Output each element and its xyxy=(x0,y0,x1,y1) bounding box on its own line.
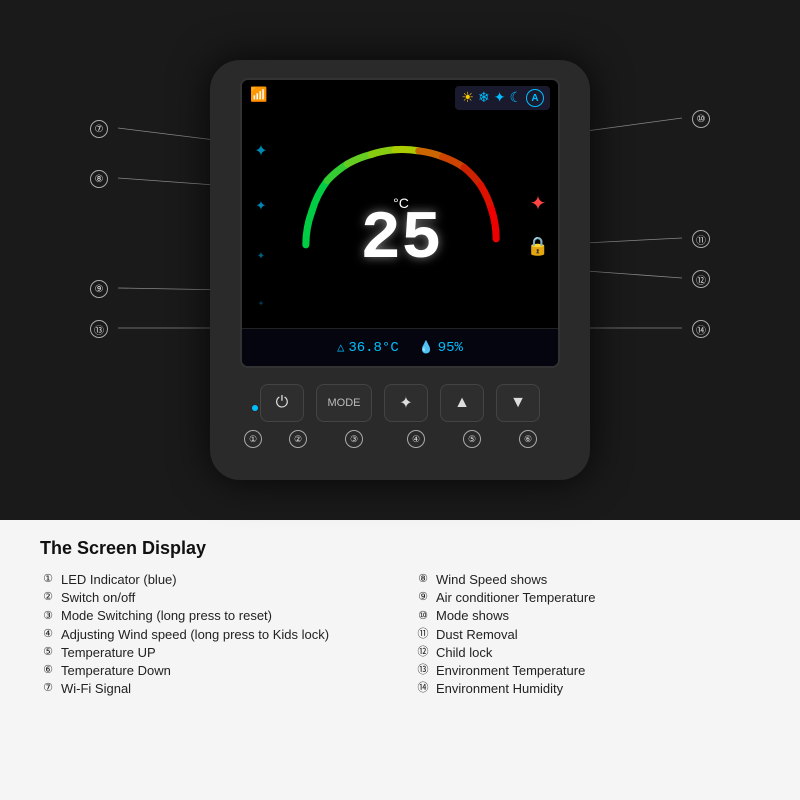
power-button[interactable]: ⏻ xyxy=(260,384,304,422)
desc-item-1: ① LED Indicator (blue) xyxy=(40,571,385,589)
desc-item-4: ④ Adjusting Wind speed (long press to Ki… xyxy=(40,626,385,644)
control-buttons[interactable]: ⏻ MODE ✦ ▲ ▼ xyxy=(260,384,540,422)
desc-item-14: ⑭ Environment Humidity xyxy=(415,680,760,698)
desc-num-6: ⑥ xyxy=(40,663,56,679)
annotation-9: ⑨ xyxy=(90,280,108,298)
desc-item-8: ⑧ Wind Speed shows xyxy=(415,571,760,589)
description-grid: ① LED Indicator (blue) ② Switch on/off ③… xyxy=(40,571,760,698)
ann-led: ① xyxy=(244,430,262,448)
desc-num-7: ⑦ xyxy=(40,681,56,697)
device-container: ⑦ ⑧ ⑨ ⑬ ⑩ ⑪ ⑫ ⑭ 📶 xyxy=(0,0,800,520)
led-indicator xyxy=(252,405,258,411)
mode-icons-group: ☀ ❄ ✦ ☾ A xyxy=(455,86,550,110)
ann-up: ⑤ xyxy=(450,430,494,448)
env-humidity-reading: 💧 95% xyxy=(419,340,463,356)
env-humidity-value: 95% xyxy=(438,340,463,356)
fan-speed-2: ✦ xyxy=(246,198,276,214)
auto-icon: A xyxy=(526,89,544,107)
env-temp-value: 36.8°C xyxy=(348,340,398,356)
ann-fan: ④ xyxy=(394,430,438,448)
temp-up-button[interactable]: ▲ xyxy=(440,384,484,422)
env-temperature-reading: △ 36.8°C xyxy=(337,340,399,356)
annotation-11: ⑪ xyxy=(692,230,710,248)
child-lock-icon: 🔒 xyxy=(527,236,549,257)
device-screen: 📶 ☀ ❄ ✦ ☾ A ✦ ✦ ✦ ✦ xyxy=(240,78,560,368)
annotation-7: ⑦ xyxy=(90,120,108,138)
temp-value: 25 xyxy=(360,201,442,278)
desc-num-14: ⑭ xyxy=(415,681,431,697)
moon-icon: ☾ xyxy=(509,89,522,107)
desc-item-12: ⑫ Child lock xyxy=(415,644,760,662)
annotation-13: ⑬ xyxy=(90,320,108,338)
desc-num-12: ⑫ xyxy=(415,645,431,661)
annotation-12: ⑫ xyxy=(692,270,710,288)
desc-item-13: ⑬ Environment Temperature xyxy=(415,662,760,680)
desc-left-column: ① LED Indicator (blue) ② Switch on/off ③… xyxy=(40,571,385,698)
fan-speed-indicators: ✦ ✦ ✦ ✦ xyxy=(242,114,280,334)
dust-removal-icon: ✦ xyxy=(530,191,547,216)
desc-num-3: ③ xyxy=(40,608,56,624)
thermostat-device: 📶 ☀ ❄ ✦ ☾ A ✦ ✦ ✦ ✦ xyxy=(210,60,590,480)
fan-speed-3: ✦ xyxy=(246,251,276,262)
annotation-8: ⑧ xyxy=(90,170,108,188)
desc-item-10: ⑩ Mode shows xyxy=(415,607,760,625)
fan-icon: ✦ xyxy=(494,89,506,107)
wifi-icon: 📶 xyxy=(250,86,267,103)
desc-num-13: ⑬ xyxy=(415,663,431,679)
buttons-section: ⏻ MODE ✦ ▲ ▼ ① ② ③ ④ xyxy=(244,368,556,448)
bottom-readings: △ 36.8°C 💧 95% xyxy=(242,328,558,366)
top-icons-bar: 📶 ☀ ❄ ✦ ☾ A xyxy=(242,80,558,114)
annotation-14: ⑭ xyxy=(692,320,710,338)
annotation-10: ⑩ xyxy=(692,110,710,128)
desc-num-1: ① xyxy=(40,572,56,588)
desc-item-2: ② Switch on/off xyxy=(40,589,385,607)
temp-down-button[interactable]: ▼ xyxy=(496,384,540,422)
temperature-gauge: /* rendered via path */ xyxy=(280,114,522,334)
thermometer-icon: △ xyxy=(337,340,344,355)
description-title: The Screen Display xyxy=(40,538,760,559)
desc-num-11: ⑪ xyxy=(415,627,431,643)
ann-down: ⑥ xyxy=(506,430,550,448)
humidity-icon: 💧 xyxy=(419,340,434,355)
desc-num-4: ④ xyxy=(40,627,56,643)
desc-num-10: ⑩ xyxy=(415,608,431,624)
fan-speed-4: ✦ xyxy=(246,299,276,308)
desc-num-8: ⑧ xyxy=(415,572,431,588)
sun-icon: ☀ xyxy=(461,89,474,107)
desc-num-9: ⑨ xyxy=(415,590,431,606)
desc-item-9: ⑨ Air conditioner Temperature xyxy=(415,589,760,607)
desc-num-2: ② xyxy=(40,590,56,606)
main-display-area: ✦ ✦ ✦ ✦ /* rendered via path */ xyxy=(242,114,558,334)
desc-right-column: ⑧ Wind Speed shows ⑨ Air conditioner Tem… xyxy=(415,571,760,698)
desc-item-7: ⑦ Wi-Fi Signal xyxy=(40,680,385,698)
desc-num-5: ⑤ xyxy=(40,645,56,661)
desc-item-6: ⑥ Temperature Down xyxy=(40,662,385,680)
button-annotations: ① ② ③ ④ ⑤ ⑥ xyxy=(244,430,556,448)
description-section: The Screen Display ① LED Indicator (blue… xyxy=(0,520,800,800)
desc-item-5: ⑤ Temperature UP xyxy=(40,644,385,662)
ann-power: ② xyxy=(276,430,320,448)
fan-speed-1: ✦ xyxy=(246,141,276,161)
fan-button[interactable]: ✦ xyxy=(384,384,428,422)
mode-button[interactable]: MODE xyxy=(316,384,372,422)
right-indicators: ✦ 🔒 xyxy=(522,114,558,334)
temperature-display: °C 25 xyxy=(360,195,442,274)
ann-mode: ③ xyxy=(326,430,382,448)
desc-item-11: ⑪ Dust Removal xyxy=(415,626,760,644)
snowflake-icon: ❄ xyxy=(478,89,490,107)
desc-item-3: ③ Mode Switching (long press to reset) xyxy=(40,607,385,625)
